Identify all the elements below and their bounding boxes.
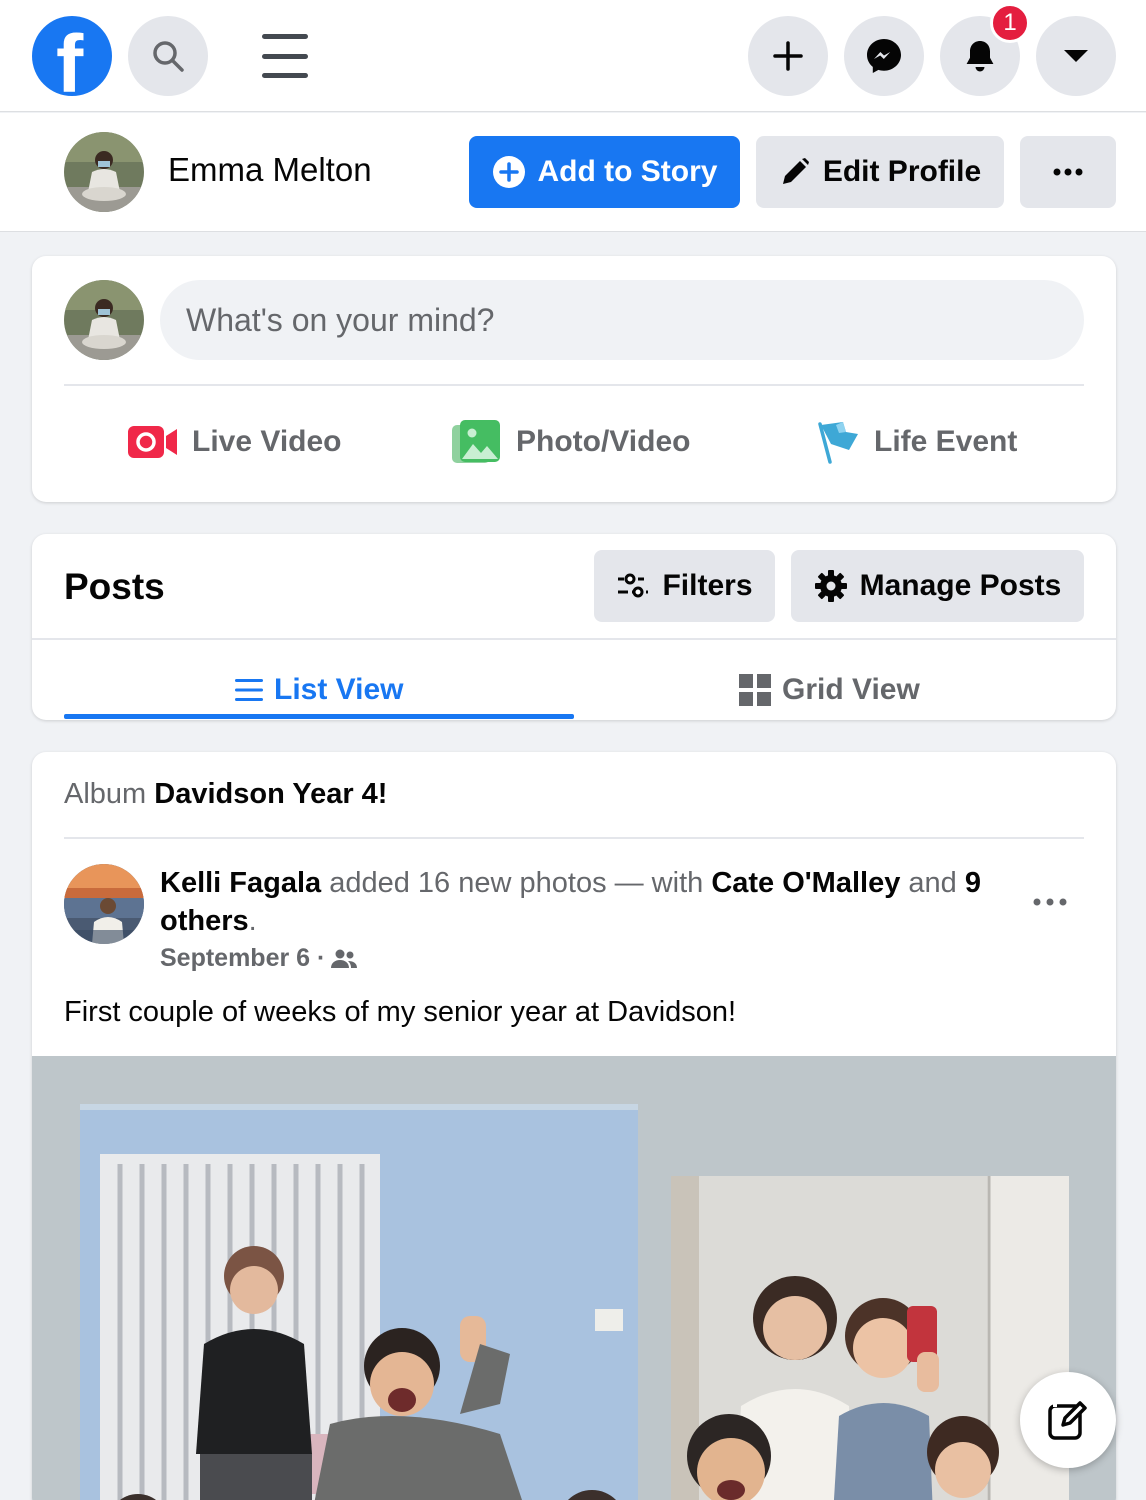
list-view-label: List View	[274, 673, 404, 706]
filters-label: Filters	[662, 569, 753, 602]
account-menu-button[interactable]	[1036, 16, 1116, 96]
post-card: Album Davidson Year 4! Kelli Fagala adde…	[32, 752, 1116, 1500]
filters-icon	[618, 573, 649, 598]
album-prefix: Album	[64, 778, 147, 810]
filters-button[interactable]: Filters	[594, 550, 775, 622]
grid-icon	[739, 674, 771, 706]
compose-message-button[interactable]	[1020, 1372, 1116, 1468]
edit-profile-label: Edit Profile	[822, 155, 982, 188]
life-event-button[interactable]: Life Event	[816, 416, 1017, 468]
photo-video-label: Photo/Video	[516, 425, 691, 458]
facebook-logo[interactable]: f	[32, 16, 112, 96]
posts-header-card: Posts Filters Manage Posts List View Gri…	[32, 534, 1116, 720]
post-meta: September 6 ·	[160, 944, 358, 973]
composer-divider	[64, 384, 1084, 386]
album-header: Album Davidson Year 4!	[64, 778, 387, 811]
menu-icon[interactable]	[262, 34, 308, 78]
gear-icon	[814, 570, 847, 602]
top-navigation-bar: f 1	[0, 0, 1146, 112]
album-photos	[32, 1056, 1116, 1500]
post-text: First couple of weeks of my senior year …	[64, 996, 737, 1028]
photo-video-button[interactable]: Photo/Video	[452, 416, 690, 468]
grid-view-label: Grid View	[782, 673, 920, 706]
bell-icon	[966, 41, 994, 72]
search-button[interactable]	[128, 16, 208, 96]
album-name[interactable]: Davidson Year 4!	[154, 778, 387, 810]
profile-bar: Emma Melton Add to Story Edit Profile	[0, 113, 1146, 232]
author-avatar[interactable]	[64, 864, 144, 944]
edit-profile-button[interactable]: Edit Profile	[756, 136, 1004, 208]
post-options-button[interactable]	[1030, 892, 1070, 912]
list-icon	[235, 679, 263, 701]
posts-divider	[32, 638, 1116, 640]
period-text: .	[248, 905, 257, 937]
author-name[interactable]: Kelli Fagala	[160, 867, 321, 899]
profile-name[interactable]: Emma Melton	[168, 151, 372, 189]
messenger-button[interactable]	[844, 16, 924, 96]
create-button[interactable]	[748, 16, 828, 96]
manage-posts-label: Manage Posts	[859, 569, 1062, 602]
messenger-icon	[867, 39, 901, 73]
add-to-story-button[interactable]: Add to Story	[469, 136, 740, 208]
post-action-text: added 16 new photos — with	[321, 867, 712, 899]
plus-circle-icon	[492, 156, 525, 188]
post-composer: What's on your mind? Live Video Photo/Vi…	[32, 256, 1116, 502]
profile-avatar[interactable]	[64, 132, 144, 212]
and-text: and	[900, 867, 965, 899]
more-dots-icon	[1053, 168, 1083, 176]
pencil-icon	[782, 158, 809, 184]
more-options-button[interactable]	[1020, 136, 1116, 208]
tagged-person[interactable]: Cate O'Malley	[711, 867, 900, 899]
album-divider	[64, 837, 1084, 839]
composer-avatar[interactable]	[64, 280, 144, 360]
album-photo-1[interactable]	[80, 1104, 638, 1500]
add-to-story-label: Add to Story	[537, 155, 718, 188]
friends-audience-icon	[331, 949, 358, 968]
posts-title: Posts	[64, 566, 165, 607]
flag-icon	[818, 422, 858, 464]
photo-icon	[452, 420, 500, 463]
live-video-icon	[128, 426, 177, 458]
search-icon	[153, 41, 184, 72]
tab-list-view[interactable]: List View	[234, 662, 404, 718]
manage-posts-button[interactable]: Manage Posts	[791, 550, 1084, 622]
post-date[interactable]: September 6 ·	[160, 944, 325, 973]
life-event-label: Life Event	[874, 425, 1018, 458]
active-tab-indicator	[64, 714, 574, 719]
live-video-label: Live Video	[192, 425, 342, 458]
whats-on-your-mind-input[interactable]: What's on your mind?	[160, 280, 1084, 360]
live-video-button[interactable]: Live Video	[128, 416, 342, 468]
album-photo-2[interactable]	[671, 1176, 1069, 1500]
compose-icon	[1048, 1401, 1087, 1440]
plus-icon	[773, 41, 803, 71]
post-header-text: Kelli Fagala added 16 new photos — with …	[160, 864, 1020, 940]
caret-down-icon	[1064, 50, 1088, 62]
more-dots-icon	[1033, 898, 1067, 906]
notification-badge: 1	[990, 3, 1030, 43]
tab-grid-view[interactable]: Grid View	[738, 662, 920, 718]
